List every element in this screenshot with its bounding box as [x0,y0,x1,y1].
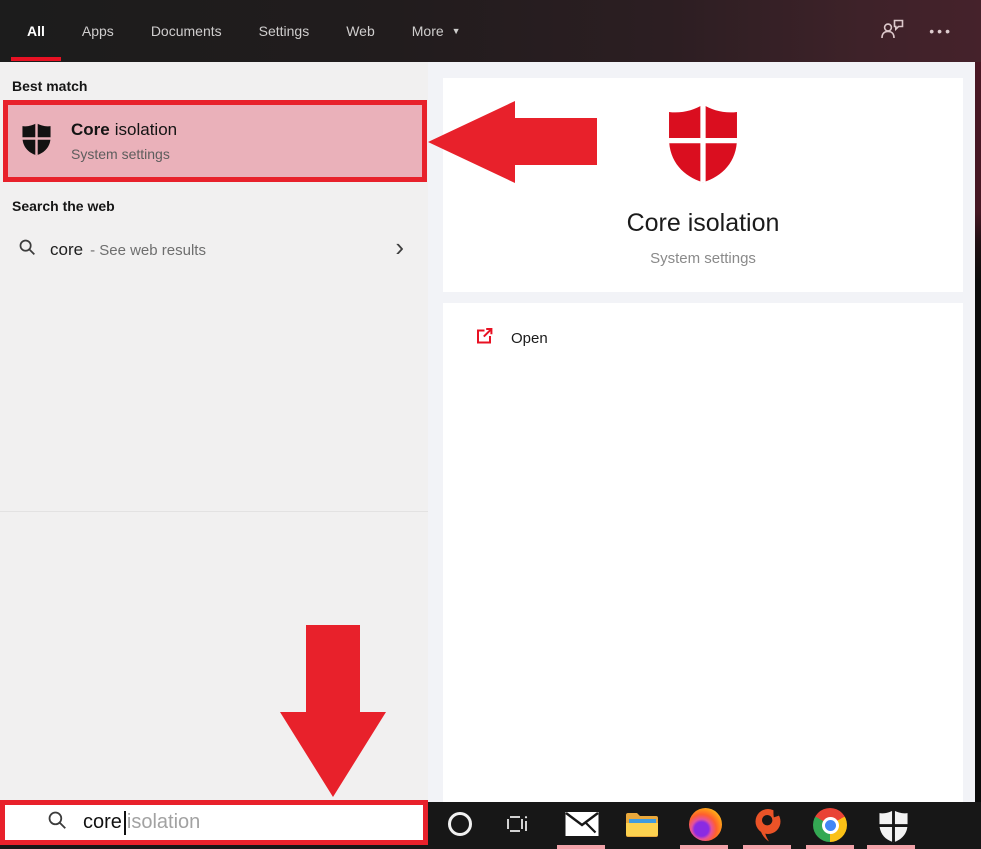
tab-documents[interactable]: Documents [151,0,222,62]
running-indicator [680,845,728,849]
preview-panel: Core isolation System settings Open [428,62,975,802]
preview-card: Core isolation System settings [443,78,963,292]
file-explorer-icon[interactable] [625,810,659,844]
chevron-down-icon: ▼ [452,26,461,36]
result-title: Coreisolation [71,120,177,139]
open-action[interactable]: Open [443,318,963,358]
tab-all[interactable]: All [27,0,45,62]
tab-apps[interactable]: Apps [82,0,114,62]
firefox-icon[interactable] [689,808,722,841]
open-external-icon [474,326,494,351]
result-subtitle: System settings [71,146,177,162]
chevron-right-icon[interactable]: › [395,232,404,263]
tab-more[interactable]: More ▼ [412,0,461,62]
tab-more-label: More [412,23,444,39]
preview-title: Core isolation [627,209,780,238]
security-shield-icon [665,102,741,189]
tab-documents-label: Documents [151,23,222,39]
tab-web[interactable]: Web [346,0,375,62]
tab-web-label: Web [346,23,375,39]
feedback-icon[interactable] [879,17,905,46]
text-cursor [124,811,126,835]
section-divider [0,511,428,512]
search-results-panel: Best match Coreisolation System settings… [0,62,428,800]
best-match-heading: Best match [12,78,87,94]
search-filter-bar: All Apps Documents Settings Web More ▼ •… [0,0,981,62]
running-indicator [557,845,605,849]
search-the-web-heading: Search the web [12,198,115,214]
tab-all-label: All [27,23,45,39]
active-tab-underline [11,57,61,61]
search-suggestion-text: isolation [127,811,200,834]
windows-security-icon[interactable] [878,809,909,848]
open-label: Open [511,330,548,347]
tab-settings-label: Settings [259,23,310,39]
task-view-icon[interactable] [505,813,529,840]
mail-icon[interactable] [565,811,599,842]
security-shield-icon [21,121,52,162]
origin-icon[interactable] [751,807,785,847]
preview-subtitle: System settings [650,250,756,267]
best-match-result-core-isolation[interactable]: Coreisolation System settings [3,100,427,182]
running-indicator [806,845,854,849]
filter-tabs: All Apps Documents Settings Web More ▼ [0,0,461,62]
search-icon [47,810,68,836]
chrome-icon[interactable] [813,808,847,842]
tab-apps-label: Apps [82,23,114,39]
running-indicator [743,845,791,849]
running-indicator [867,845,915,849]
search-typed-text: core [83,811,122,834]
web-search-result[interactable]: core - See web results › [0,228,428,272]
search-input[interactable]: coreisolation [0,800,428,845]
search-icon [18,238,37,262]
tab-settings[interactable]: Settings [259,0,310,62]
web-suffix: - See web results [90,242,206,259]
cortana-icon[interactable] [448,812,472,836]
desktop-wallpaper-edge [975,62,981,849]
ellipsis-icon[interactable]: ••• [929,0,953,62]
web-query: core [50,240,83,260]
actions-card: Open [443,303,963,802]
chrome-icon-inner-dot [825,820,836,831]
